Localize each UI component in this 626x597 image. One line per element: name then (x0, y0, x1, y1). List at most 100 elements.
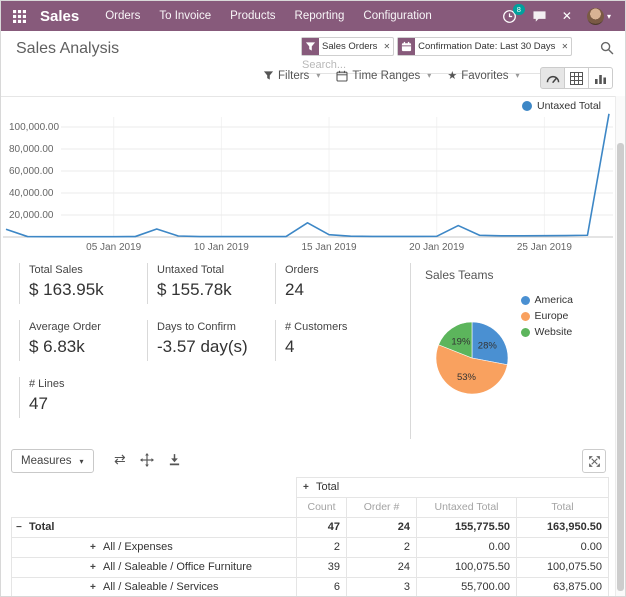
measures-button[interactable]: Measures▾ (11, 449, 94, 473)
svg-text:40,000.00: 40,000.00 (9, 188, 54, 199)
search-icon-button[interactable] (600, 41, 614, 58)
line-chart-section: 20,000.0040,000.0060,000.0080,000.00100,… (1, 97, 617, 255)
pie-legend-item-europe[interactable]: Europe (521, 310, 573, 322)
kpi-label: Total Sales (29, 264, 147, 276)
activity-count-badge: 8 (513, 4, 525, 16)
menu-item-reporting[interactable]: Reporting (295, 10, 345, 22)
plus-icon: + (90, 541, 103, 554)
svg-text:60,000.00: 60,000.00 (9, 166, 54, 177)
pivot-value-cell: 0.00 (517, 538, 609, 558)
pivot-row-header-total[interactable]: −Total (12, 518, 297, 538)
chat-icon (532, 10, 547, 23)
facet-remove-icon[interactable]: ✕ (380, 42, 393, 51)
pivot-value-cell: 163,950.50 (517, 518, 609, 538)
pivot-value-cell: 55,700.00 (417, 578, 517, 597)
kpi-card-days-to-confirm[interactable]: Days to Confirm-3.57 day(s) (147, 320, 275, 361)
menu-item-configuration[interactable]: Configuration (363, 10, 431, 22)
pivot-row-header-all-saleable-services[interactable]: +All / Saleable / Services (12, 578, 297, 597)
vertical-scrollbar-track[interactable] (615, 96, 625, 596)
pivot-row-header-all-expenses[interactable]: +All / Expenses (12, 538, 297, 558)
close-icon: ✕ (562, 9, 572, 23)
nav-systray: 8 ✕ ▾ (502, 8, 625, 25)
flip-axes-button[interactable]: ⇄ (114, 451, 126, 468)
table-row: −Total4724155,775.50163,950.50 (12, 518, 609, 538)
pie-slice-label: 53% (457, 372, 477, 383)
table-row: +All / Saleable / Office Furniture392410… (12, 558, 609, 578)
user-menu-button[interactable]: ▾ (587, 8, 611, 25)
menu-item-to-invoice[interactable]: To Invoice (159, 10, 211, 22)
kpi-label: Untaxed Total (157, 264, 275, 276)
kpi-card-orders[interactable]: Orders24 (275, 263, 403, 304)
close-icon-button[interactable]: ✕ (562, 9, 572, 23)
legend-dot-icon (521, 296, 530, 305)
kpi-value: $ 155.78k (157, 280, 275, 300)
kpi-label: # Customers (285, 321, 403, 333)
svg-text:15 Jan 2019: 15 Jan 2019 (302, 242, 357, 253)
calendar-icon (398, 38, 415, 55)
vertical-scrollbar-thumb[interactable] (617, 143, 624, 591)
kpi-card-lines[interactable]: # Lines 47 (19, 377, 147, 418)
filters-button[interactable]: Filters▾ (263, 70, 320, 82)
pivot-column-header-total[interactable]: Total (517, 498, 609, 518)
kpi-card-total-sales[interactable]: Total Sales $ 163.95k (19, 263, 147, 304)
graph-view-button[interactable] (588, 67, 613, 89)
sales-teams-title: Sales Teams (425, 268, 617, 282)
view-switcher (541, 67, 613, 89)
pie-legend-item-america[interactable]: America (521, 294, 573, 306)
filter-icon (302, 38, 319, 55)
favorites-button[interactable]: ★ Favorites▾ (447, 69, 519, 82)
svg-text:25 Jan 2019: 25 Jan 2019 (517, 242, 572, 253)
legend-label: Europe (534, 310, 568, 322)
kpi-value: -3.57 day(s) (157, 337, 275, 357)
pivot-value-cell: 100,075.50 (517, 558, 609, 578)
facet-remove-icon[interactable]: ✕ (558, 42, 571, 51)
pivot-value-cell: 63,875.00 (517, 578, 609, 597)
pivot-value-cell: 100,075.50 (417, 558, 517, 578)
main-menu: Orders To Invoice Products Reporting Configu… (105, 10, 432, 22)
kpi-value: 47 (29, 394, 147, 414)
expand-all-button[interactable] (140, 453, 154, 467)
chart-legend[interactable]: Untaxed Total (522, 100, 601, 112)
pivot-row-header-all-saleable-office-furniture[interactable]: +All / Saleable / Office Furniture (12, 558, 297, 578)
facet-label: Confirmation Date: Last 30 Days (415, 41, 558, 52)
app-window: Sales Orders To Invoice Products Reporting C… (0, 0, 626, 597)
pie-chart-svg: 28%53%19% (430, 316, 514, 400)
menu-item-products[interactable]: Products (230, 10, 275, 22)
messages-button[interactable] (532, 10, 547, 23)
kpi-card-customers[interactable]: # Customers4 (275, 320, 403, 361)
pivot-view-button[interactable] (564, 67, 589, 89)
legend-label: Website (534, 326, 572, 338)
pivot-column-header-untaxed-total[interactable]: Untaxed Total (417, 498, 517, 518)
svg-text:05 Jan 2019: 05 Jan 2019 (86, 242, 141, 253)
pie-slice-label: 28% (478, 340, 498, 351)
kpi-value: $ 6.83k (29, 337, 147, 357)
top-nav-bar: Sales Orders To Invoice Products Reporting C… (1, 1, 625, 31)
minus-icon: − (16, 521, 29, 534)
legend-dot-icon (522, 101, 532, 111)
pivot-value-cell: 47 (297, 518, 347, 538)
expand-arrows-icon (588, 455, 601, 468)
menu-item-orders[interactable]: Orders (105, 10, 140, 22)
kpi-label: Average Order (29, 321, 147, 333)
fullscreen-button[interactable] (582, 449, 606, 473)
pivot-column-header-order[interactable]: Order # (347, 498, 417, 518)
kpi-value: $ 163.95k (29, 280, 147, 300)
dashboard-view-button[interactable] (540, 67, 565, 89)
kpi-label: # Lines (29, 378, 147, 390)
app-name[interactable]: Sales (40, 8, 79, 25)
pivot-value-cell: 24 (347, 558, 417, 578)
pie-legend-item-website[interactable]: Website (521, 326, 573, 338)
pivot-value-cell: 39 (297, 558, 347, 578)
apps-menu-button[interactable] (1, 10, 34, 23)
pivot-toolbar: Measures▾ ⇄ (11, 449, 613, 475)
star-icon: ★ (447, 69, 457, 82)
kpi-label: Orders (285, 264, 403, 276)
kpi-card-average-order[interactable]: Average Order $ 6.83k (19, 320, 147, 361)
activities-button[interactable]: 8 (502, 9, 517, 24)
kpi-card-untaxed-total[interactable]: Untaxed Total $ 155.78k (147, 263, 275, 304)
pivot-column-header-count[interactable]: Count (297, 498, 347, 518)
pivot-column-group-total[interactable]: +Total (297, 478, 609, 498)
time-ranges-button[interactable]: Time Ranges▾ (336, 70, 431, 82)
download-button[interactable] (168, 453, 181, 466)
chevron-down-icon: ▾ (80, 457, 84, 466)
